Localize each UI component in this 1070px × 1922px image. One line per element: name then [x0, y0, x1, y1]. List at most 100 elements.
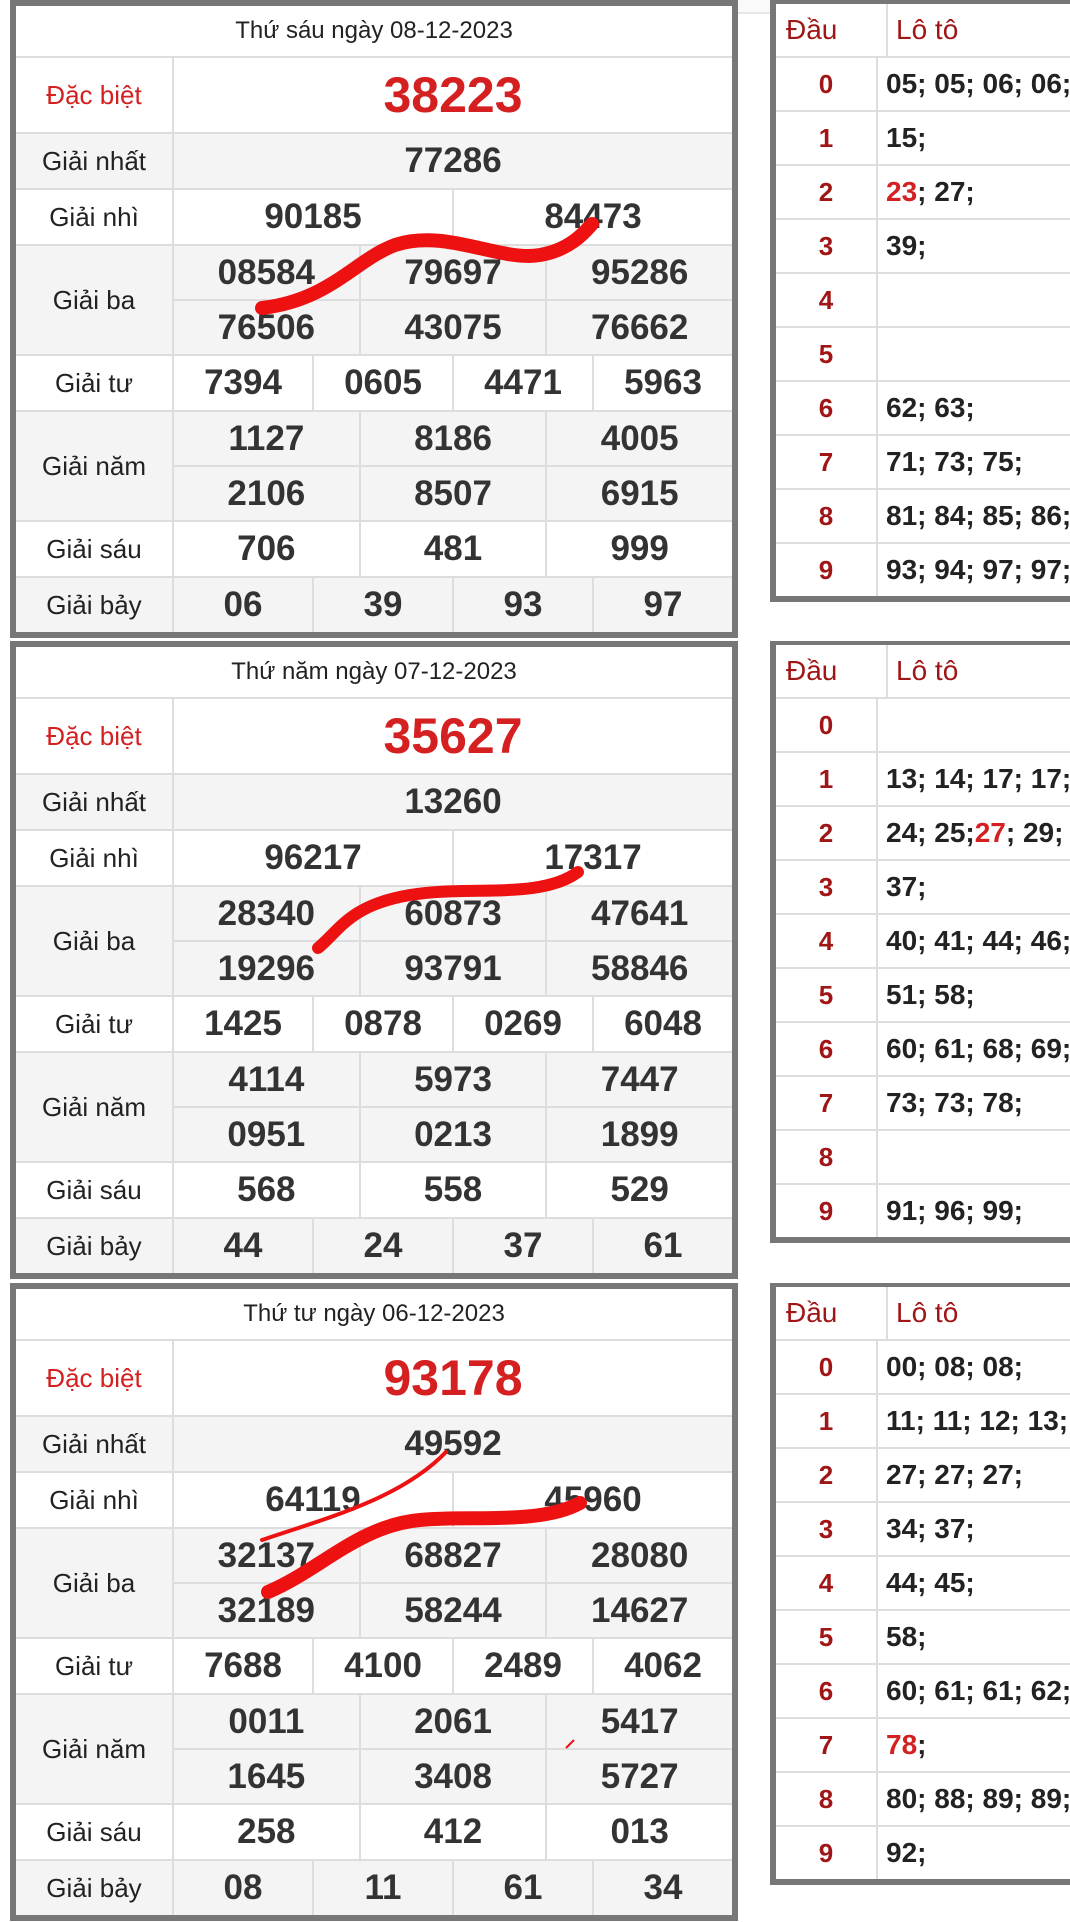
numbers-text: ; 27;	[917, 176, 975, 207]
numbers-text: 93; 94; 97; 97;	[886, 554, 1070, 585]
loto-numbers	[878, 328, 1070, 380]
loto-row: 3 34; 37;	[776, 1503, 1070, 1557]
prize-values: 7394 0605 4471 5963	[174, 356, 732, 410]
loto-numbers: 34; 37;	[878, 1503, 1070, 1555]
prize-number: 58846	[545, 942, 732, 995]
prize-label-special: Đặc biệt	[16, 58, 174, 132]
prize-number: 76662	[545, 301, 732, 354]
prize-number: 2061	[358, 1695, 546, 1748]
numbers-text: 58;	[886, 1621, 927, 1652]
prize-row-seventh: Giải bảy 08 11 61 34	[16, 1861, 732, 1915]
prize-values: 7688 4100 2489 4062	[174, 1639, 732, 1693]
numbers-text: 40; 41; 44; 46;	[886, 925, 1070, 956]
loto-head-digit: 4	[776, 274, 878, 326]
loto-head-digit: 9	[776, 544, 878, 596]
prize-values: 32137 68827 28080 32189 58244 14627	[174, 1529, 732, 1637]
prize-values: 64119 45960	[174, 1473, 732, 1527]
prize-number: 999	[545, 522, 732, 576]
numbers-text: 00; 08; 08;	[886, 1351, 1023, 1382]
prize-row-third: Giải ba 28340 60873 47641 19296 93791 58846	[16, 887, 732, 997]
prize-values: 28340 60873 47641 19296 93791 58846	[174, 887, 732, 995]
prize-number: 49592	[404, 1424, 502, 1463]
prize-values: 568 558 529	[174, 1163, 732, 1217]
prize-label-seventh: Giải bảy	[16, 1219, 174, 1273]
loto-head-digit: 4	[776, 1557, 878, 1609]
prize-row-sixth: Giải sáu 568 558 529	[16, 1163, 732, 1219]
loto-head-digit: 8	[776, 490, 878, 542]
prize-number: 4062	[592, 1639, 732, 1693]
numbers-text: 34; 37;	[886, 1513, 975, 1544]
loto-row: 5 51; 58;	[776, 969, 1070, 1023]
prize-number: 0878	[312, 997, 452, 1051]
prize-values-line: 258 412 013	[174, 1805, 732, 1859]
loto-row: 9 92;	[776, 1827, 1070, 1879]
loto-numbers: 51; 58;	[878, 969, 1070, 1021]
prize-row-first: Giải nhất 49592	[16, 1417, 732, 1473]
prize-label-fourth: Giải tư	[16, 356, 174, 410]
loto-head-digit: 8	[776, 1131, 878, 1183]
prize-values-line: 706 481 999	[174, 522, 732, 576]
loto-numbers: 78;	[878, 1719, 1070, 1771]
numbers-text: 39;	[886, 230, 927, 261]
loto-numbers: 81; 84; 85; 86;	[878, 490, 1070, 542]
prize-row-special: Đặc biệt 93178	[16, 1341, 732, 1417]
results-table: Thứ sáu ngày 08-12-2023 Đặc biệt 38223 Giải…	[10, 0, 738, 638]
loto-numbers	[878, 1131, 1070, 1183]
prize-row-sixth: Giải sáu 258 412 013	[16, 1805, 732, 1861]
prize-row-fourth: Giải tư 1425 0878 0269 6048	[16, 997, 732, 1053]
prize-label-special: Đặc biệt	[16, 1341, 174, 1415]
prize-number: 0269	[452, 997, 592, 1051]
prize-values: 38223	[174, 58, 732, 132]
loto-head-digit: 5	[776, 328, 878, 380]
prize-label-sixth: Giải sáu	[16, 1805, 174, 1859]
prize-row-seventh: Giải bảy 44 24 37 61	[16, 1219, 732, 1273]
loto-row: 5 58;	[776, 1611, 1070, 1665]
loto-row: 1 13; 14; 17; 17;	[776, 753, 1070, 807]
loto-head-digit: 0	[776, 58, 878, 110]
loto-row: 6 60; 61; 61; 62;	[776, 1665, 1070, 1719]
prize-row-fourth: Giải tư 7688 4100 2489 4062	[16, 1639, 732, 1695]
prize-number: 24	[312, 1219, 452, 1273]
prize-number: 1899	[545, 1108, 732, 1161]
loto-numbers: 91; 96; 99;	[878, 1185, 1070, 1237]
loto-numbers: 00; 08; 08;	[878, 1341, 1070, 1393]
prize-number: 96217	[264, 838, 362, 877]
prize-number: 28080	[545, 1529, 732, 1582]
prize-number: 4471	[452, 356, 592, 410]
prize-number: 5727	[545, 1750, 732, 1803]
loto-row: 7 73; 73; 78;	[776, 1077, 1070, 1131]
prize-number: 412	[358, 1805, 546, 1859]
loto-head-digit: 0	[776, 1341, 878, 1393]
prize-number: 0605	[312, 356, 452, 410]
prize-row-special: Đặc biệt 38223	[16, 58, 732, 134]
prize-values-line: 76506 43075 76662	[174, 299, 732, 354]
loto-numbers: 37;	[878, 861, 1070, 913]
prize-number: 60873	[358, 887, 546, 940]
prize-label-seventh: Giải bảy	[16, 1861, 174, 1915]
loto-head-digit: 7	[776, 1077, 878, 1129]
loto-numbers: 15;	[878, 112, 1070, 164]
prize-values: 06 39 93 97	[174, 578, 732, 632]
prize-values: 08584 79697 95286 76506 43075 76662	[174, 246, 732, 354]
prize-row-second: Giải nhì 64119 45960	[16, 1473, 732, 1529]
prize-number: 5417	[545, 1695, 732, 1748]
loto-numbers: 05; 05; 06; 06;	[878, 58, 1070, 110]
prize-number: 5963	[592, 356, 732, 410]
loto-numbers: 60; 61; 68; 69;	[878, 1023, 1070, 1075]
loto-numbers: 11; 11; 12; 13;	[878, 1395, 1070, 1447]
prize-number: 11	[312, 1861, 452, 1915]
prize-number: 5973	[358, 1053, 546, 1106]
prize-row-second: Giải nhì 96217 17317	[16, 831, 732, 887]
loto-row: 1 11; 11; 12; 13;	[776, 1395, 1070, 1449]
prize-number: 32137	[217, 1535, 315, 1575]
loto-numbers: 80; 88; 89; 89;	[878, 1773, 1070, 1825]
loto-numbers: 13; 14; 17; 17;	[878, 753, 1070, 805]
prize-number: 28340	[217, 893, 315, 933]
loto-head-digit: 6	[776, 1665, 878, 1717]
numbers-text: 62; 63;	[886, 392, 975, 423]
loto-row: 0 05; 05; 06; 06;	[776, 58, 1070, 112]
prize-values: 0011 2061 5417 1645 3408 5727	[174, 1695, 732, 1803]
prize-number: 06	[223, 585, 263, 624]
prize-values-line: 38223	[174, 58, 732, 132]
prize-label-fifth: Giải năm	[16, 1695, 174, 1803]
